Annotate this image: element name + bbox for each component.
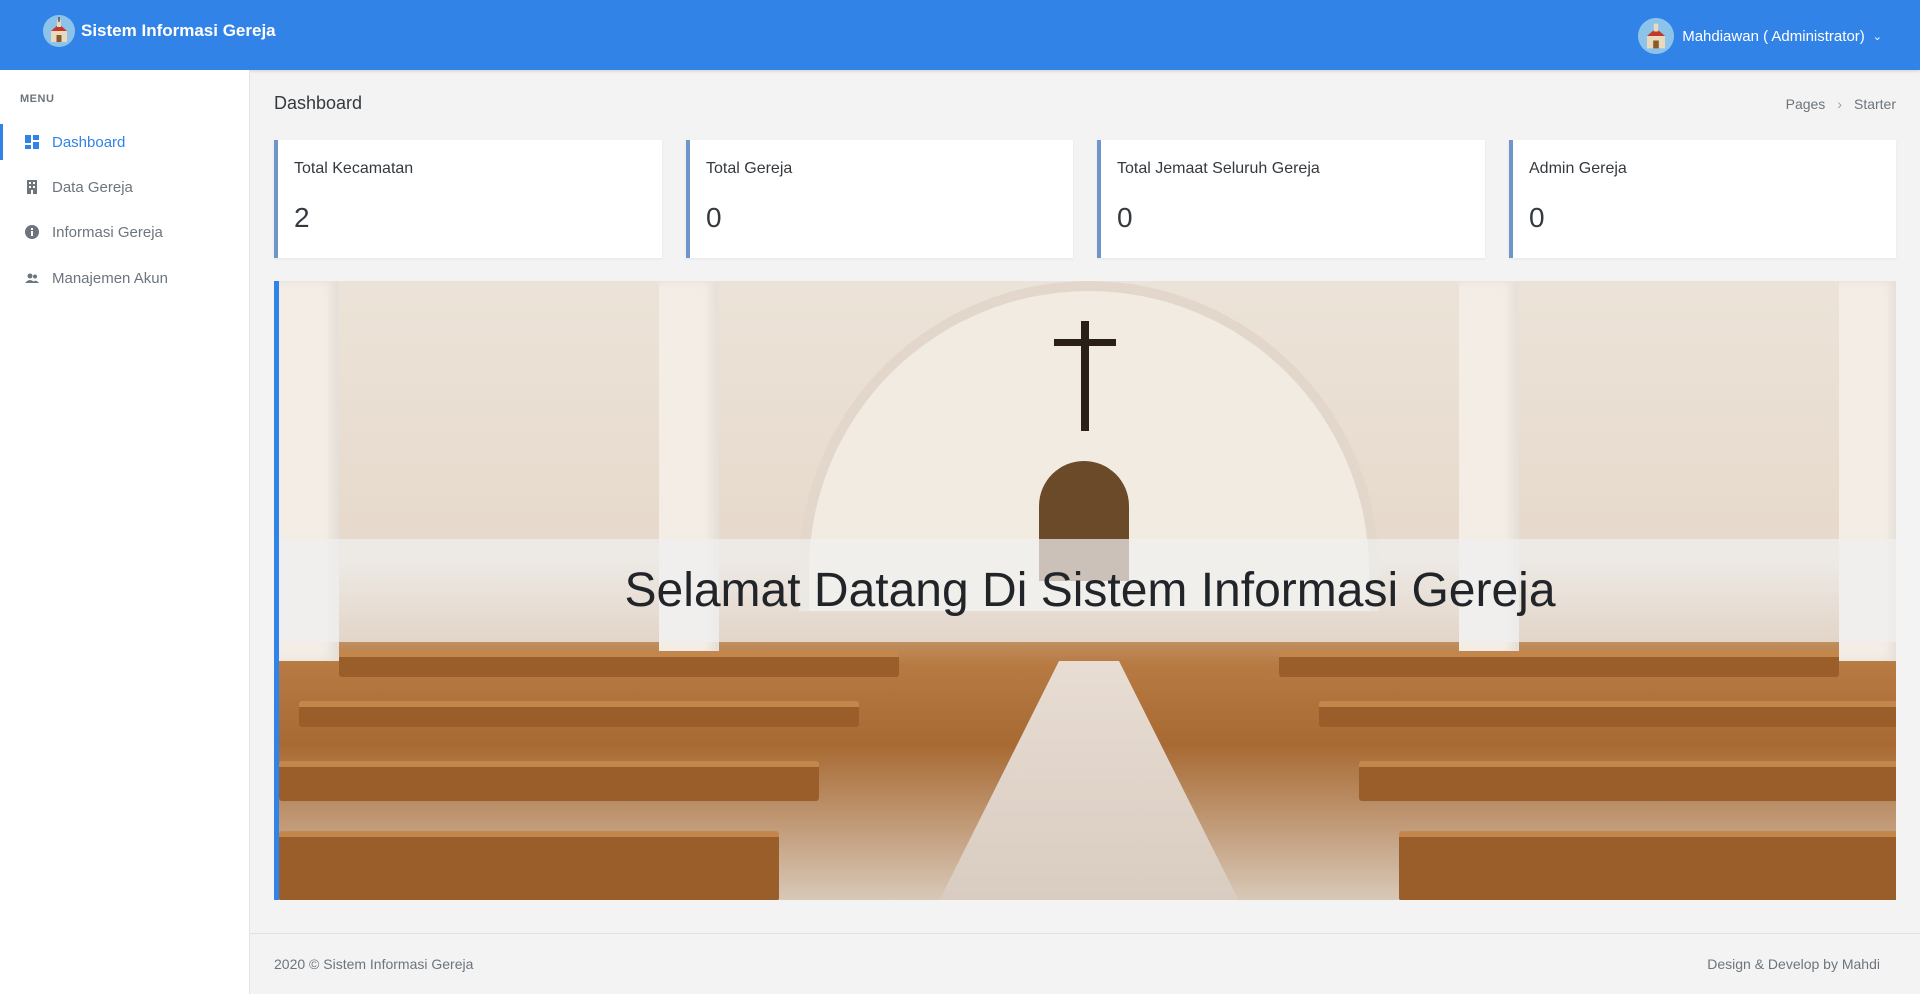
sidebar-item-label: Manajemen Akun: [52, 269, 168, 287]
hero-pew: [339, 651, 899, 677]
sidebar-item-label: Informasi Gereja: [52, 223, 163, 241]
hero-pew: [279, 831, 779, 900]
hero-pew: [279, 761, 819, 801]
stat-card-value: 2: [294, 202, 310, 233]
user-name: Mahdiawan ( Administrator): [1682, 27, 1865, 45]
breadcrumb-item-pages[interactable]: Pages: [1786, 96, 1826, 112]
stat-card-total-kecamatan: Total Kecamatan 2: [274, 140, 662, 258]
sidebar-item-informasi-gereja[interactable]: Informasi Gereja: [0, 214, 250, 250]
footer: 2020 © Sistem Informasi Gereja Design & …: [250, 933, 1920, 994]
breadcrumb: Pages › Starter: [1786, 96, 1896, 112]
sidebar-item-manajemen-akun[interactable]: Manajemen Akun: [0, 260, 250, 296]
stat-card-admin-gereja: Admin Gereja 0: [1509, 140, 1896, 258]
sidebar-item-label: Data Gereja: [52, 178, 133, 196]
hero-aisle: [939, 661, 1239, 900]
chevron-right-icon: ›: [1837, 96, 1842, 112]
footer-credit: Design & Develop by Mahdi: [1707, 956, 1880, 972]
user-menu-dropdown[interactable]: Mahdiawan ( Administrator) ⌄: [1638, 18, 1882, 54]
hero-pew: [1319, 701, 1896, 727]
stat-card-value: 0: [706, 202, 722, 233]
footer-copyright: 2020 © Sistem Informasi Gereja: [274, 956, 474, 972]
stat-card-total-gereja: Total Gereja 0: [686, 140, 1073, 258]
crucifix-bar: [1054, 339, 1116, 346]
sidebar-item-label: Dashboard: [52, 133, 126, 151]
brand-title: Sistem Informasi Gereja: [81, 21, 276, 40]
page-title: Dashboard: [274, 93, 363, 113]
info-icon: [25, 225, 39, 239]
stat-card-label: Total Gereja: [706, 160, 793, 177]
hero-pew: [299, 701, 859, 727]
stat-card-label: Admin Gereja: [1529, 160, 1627, 177]
dashboard-icon: [25, 135, 39, 149]
hero-pew: [1279, 651, 1839, 677]
sidebar-item-data-gereja[interactable]: Data Gereja: [0, 169, 250, 205]
top-navbar: Sistem Informasi Gereja Mahdiawan ( Admi…: [0, 0, 1920, 70]
church-interior-hero-image: Selamat Datang Di Sistem Informasi Gerej…: [274, 281, 1896, 900]
stat-card-total-jemaat: Total Jemaat Seluruh Gereja 0: [1097, 140, 1485, 258]
chevron-down-icon: ⌄: [1872, 30, 1882, 43]
building-icon: [25, 180, 39, 194]
stat-card-label: Total Jemaat Seluruh Gereja: [1117, 160, 1320, 177]
sidebar-item-dashboard[interactable]: Dashboard: [0, 124, 250, 160]
sidebar-nav: Dashboard Data Gereja Informasi Gereja M…: [0, 70, 250, 994]
breadcrumb-item-starter: Starter: [1853, 96, 1896, 112]
user-avatar: [1638, 18, 1675, 54]
brand-link[interactable]: Sistem Informasi Gereja: [43, 15, 276, 47]
stat-card-value: 0: [1117, 202, 1133, 233]
crucifix-icon: [1081, 321, 1089, 431]
hero-pew: [1399, 831, 1896, 900]
welcome-banner: Selamat Datang Di Sistem Informasi Gerej…: [279, 539, 1896, 642]
welcome-text: Selamat Datang Di Sistem Informasi Gerej…: [624, 564, 1556, 617]
church-logo-icon: [43, 15, 75, 47]
hero-pew: [1359, 761, 1896, 801]
stat-card-value: 0: [1529, 202, 1545, 233]
stat-card-label: Total Kecamatan: [294, 160, 414, 177]
users-icon: [25, 271, 39, 285]
